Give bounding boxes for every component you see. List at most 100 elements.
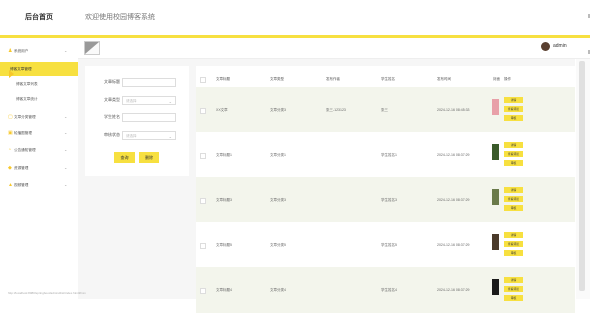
cell-type: 文章分类1 [270,153,286,157]
cell-student: 学生姓名1 [381,153,397,157]
cell-time: 2024-12-16 08:37:29 [437,198,470,202]
user-name[interactable]: admin [553,42,567,51]
field-placeholder: 请选择 [126,99,137,103]
review-button[interactable]: 审核 [504,205,523,211]
sidebar-item-label: 系统用户 [14,49,29,53]
detail-button[interactable]: 详情 [504,97,523,103]
sidebar-item-6[interactable]: ◔ 公告通知管理 ⌄ [0,143,78,157]
comments-button[interactable]: 查看评论 [504,196,523,202]
review-button[interactable]: 审核 [504,250,523,256]
cell-title: XX文章 [216,108,228,112]
col-header-title: 文章标题 [216,77,230,81]
top-header: 后台首页 欢迎使用校园博客系统 [0,0,590,35]
video-icon: ▲ [8,182,13,188]
collapse-toggle-icon[interactable] [84,41,100,55]
cell-type: 文章分类4 [270,288,286,292]
chevron-down-icon: ⌄ [64,165,68,170]
chevron-down-icon: ⌄ [64,114,68,119]
cover-thumbnail[interactable] [492,144,499,160]
cell-title: 文章标题5 [216,243,232,247]
image-icon: ▣ [8,130,13,136]
sidebar-item-2[interactable]: 博客文章列表 [0,77,78,91]
cell-student: 学生姓名3 [381,198,397,202]
folder-icon: ▢ [8,114,13,120]
field-label: 文章标题 [104,79,120,84]
cover-thumbnail[interactable] [492,99,499,115]
delete-button[interactable]: 删除 [139,152,159,163]
avatar[interactable] [541,42,550,51]
query-button[interactable]: 查询 [114,152,135,163]
review-button[interactable]: 审核 [504,160,523,166]
col-header-type: 文章类型 [270,77,284,81]
sidebar-item-label: 博客文章列表 [16,82,38,86]
chevron-down-icon: ⌄ [168,134,172,139]
sidebar-item-label: 公告通知管理 [14,148,36,152]
brand-title[interactable]: 后台首页 [0,0,78,35]
chevron-down-icon: ⌄ [64,147,68,152]
cell-title: 文章标题3 [216,198,232,202]
review-button[interactable]: 审核 [504,115,523,121]
sidebar-item-3[interactable]: 博客文章统计 [0,92,78,106]
cell-time: 2024-12-16 08:37:29 [437,288,470,292]
select-all-checkbox[interactable] [200,77,206,83]
sidebar-item-label: 轮播图管理 [14,131,32,135]
field-label: 审核状态 [104,132,120,137]
cell-student: 学生姓名5 [381,243,397,247]
chevron-down-icon: ⌄ [168,99,172,104]
chevron-down-icon: ⌄ [64,48,68,53]
field-label: 学生姓名 [104,114,120,119]
comments-button[interactable]: 查看评论 [504,106,523,112]
field-placeholder: 请选择 [126,134,137,138]
sidebar-item-label: 视频管理 [14,183,29,187]
comments-button[interactable]: 查看评论 [504,286,523,292]
sidebar-item-5[interactable]: ▣ 轮播图管理 ⌄ [0,126,78,140]
col-header-time: 发布时间 [437,77,451,81]
sidebar-item-4[interactable]: ▢ 文章分类管理 ⌄ [0,110,78,124]
welcome-text: 欢迎使用校园博客系统 [85,14,155,21]
cell-time: 2024-12-16 08:37:29 [437,243,470,247]
sidebar-item-label: 资源管理 [14,166,29,170]
cell-type: 文章分类5 [270,243,286,247]
scrollbar[interactable] [576,59,590,299]
sidebar-item-label: 文章分类管理 [14,115,36,119]
pin-icon: ◆ [8,165,12,171]
row-checkbox[interactable] [200,243,206,249]
bell-icon: ◔ [8,147,12,153]
comments-button[interactable]: 查看评论 [504,151,523,157]
select-field[interactable]: 请选择 ⌄ [122,131,176,140]
status-url: http://localhost:8080/springboot/admin/d… [8,291,86,295]
detail-button[interactable]: 详情 [504,277,523,283]
row-checkbox[interactable] [200,198,206,204]
row-checkbox[interactable] [200,288,206,294]
cell-time: 2024-12-16 08:37:29 [437,153,470,157]
user-icon: ♟ [8,48,13,54]
sidebar-item-label: 博客文章统计 [16,97,38,101]
detail-button[interactable]: 详情 [504,142,523,148]
sidebar-item-0[interactable]: ♟ 系统用户 ⌄ [0,44,78,58]
col-header-author: 发布作者 [326,77,340,81]
detail-button[interactable]: 详情 [504,232,523,238]
cell-type: 文章分类3 [270,108,286,112]
col-header-cover: 封面 [493,77,500,81]
text-field[interactable] [122,113,176,122]
cover-thumbnail[interactable] [492,279,499,295]
comments-button[interactable]: 查看评论 [504,241,523,247]
row-checkbox[interactable] [200,108,206,114]
sidebar-item-7[interactable]: ◆ 资源管理 ⌄ [0,161,78,175]
select-field[interactable]: 请选择 ⌄ [122,96,176,105]
chevron-down-icon: ⌄ [64,182,68,187]
active-indicator-icon [9,70,14,78]
cover-thumbnail[interactable] [492,234,499,250]
cell-student: 张三 [381,108,388,112]
cell-title: 文章标题1 [216,153,232,157]
col-header-student: 学生姓名 [381,77,395,81]
row-checkbox[interactable] [200,153,206,159]
review-button[interactable]: 审核 [504,295,523,301]
col-header-actions: 操作 [504,77,511,81]
cover-thumbnail[interactable] [492,189,499,205]
sidebar-item-8[interactable]: ▲ 视频管理 ⌄ [0,178,78,192]
detail-button[interactable]: 详情 [504,187,523,193]
chevron-down-icon: ⌄ [64,130,68,135]
text-field[interactable] [122,78,176,87]
cell-student: 学生姓名4 [381,288,397,292]
